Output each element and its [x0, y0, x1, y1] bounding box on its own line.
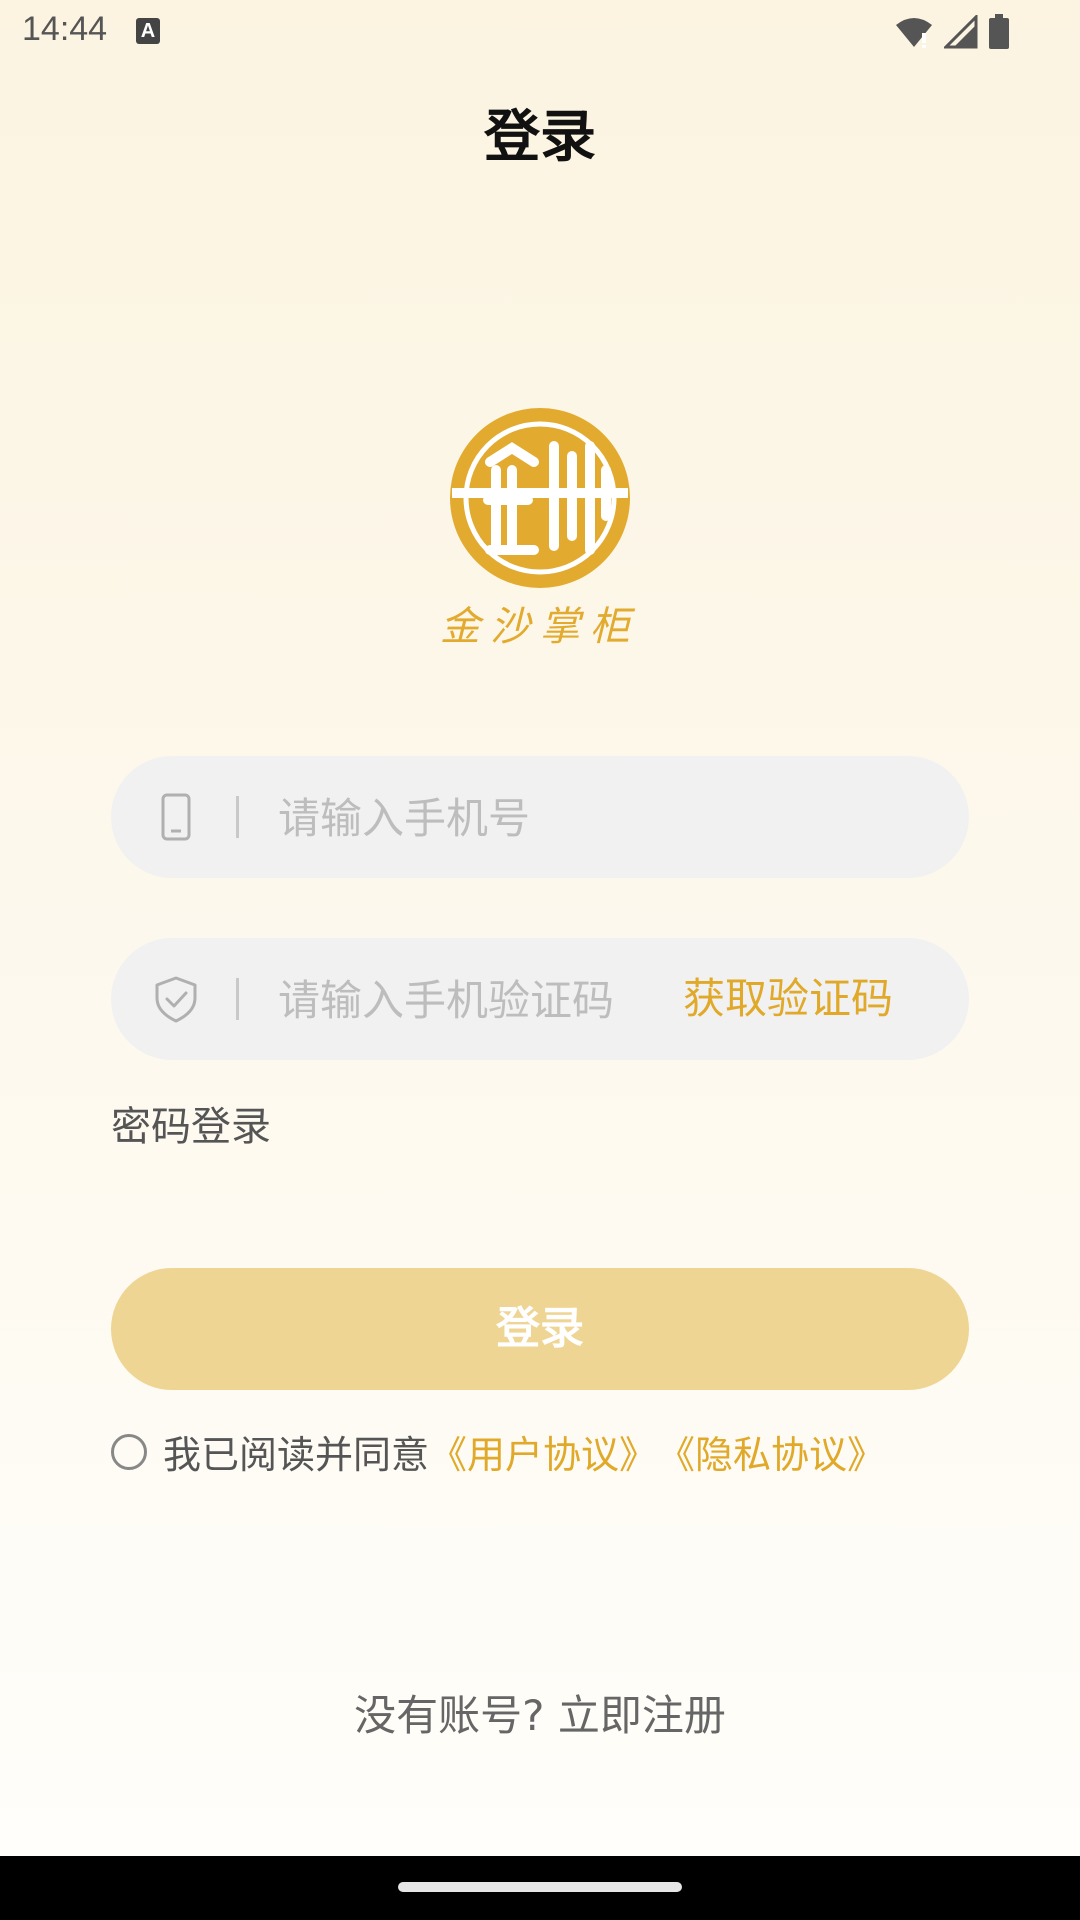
login-button[interactable]: 登录	[111, 1268, 969, 1390]
logo-text: 金沙掌柜	[440, 604, 640, 650]
get-code-button[interactable]: 获取验证码	[683, 938, 893, 1060]
status-icons	[894, 14, 1010, 50]
shield-check-icon	[155, 976, 197, 1023]
field-divider	[236, 978, 239, 1020]
agreement-row: 我已阅读并同意 《用户协议》 《隐私协议》	[111, 1424, 885, 1479]
agreement-text: 我已阅读并同意	[163, 1433, 430, 1477]
privacy-policy-link[interactable]: 《隐私协议》	[657, 1424, 885, 1479]
status-time: 14:44	[22, 10, 108, 48]
phone-icon	[161, 793, 191, 841]
register-link[interactable]: 没有账号? 立即注册	[0, 1682, 1080, 1743]
status-bar: 14:44 A	[0, 0, 1080, 64]
battery-icon	[989, 14, 1009, 49]
code-field[interactable]: 获取验证码	[111, 938, 969, 1060]
phone-input[interactable]	[276, 776, 930, 860]
keyboard-indicator-icon: A	[136, 18, 160, 44]
home-handle[interactable]	[398, 1882, 682, 1892]
agreement-checkbox[interactable]	[111, 1433, 147, 1470]
code-input[interactable]	[276, 958, 680, 1042]
page-title: 登录	[484, 105, 596, 170]
password-login-link[interactable]: 密码登录	[111, 1094, 271, 1152]
phone-field[interactable]	[111, 756, 969, 878]
signal-icon	[944, 15, 978, 49]
field-divider	[236, 796, 239, 838]
navigation-bar	[0, 1856, 1080, 1920]
logo: 金沙掌柜	[440, 408, 640, 650]
wifi-icon	[896, 18, 932, 48]
user-agreement-link[interactable]: 《用户协议》	[429, 1424, 657, 1479]
